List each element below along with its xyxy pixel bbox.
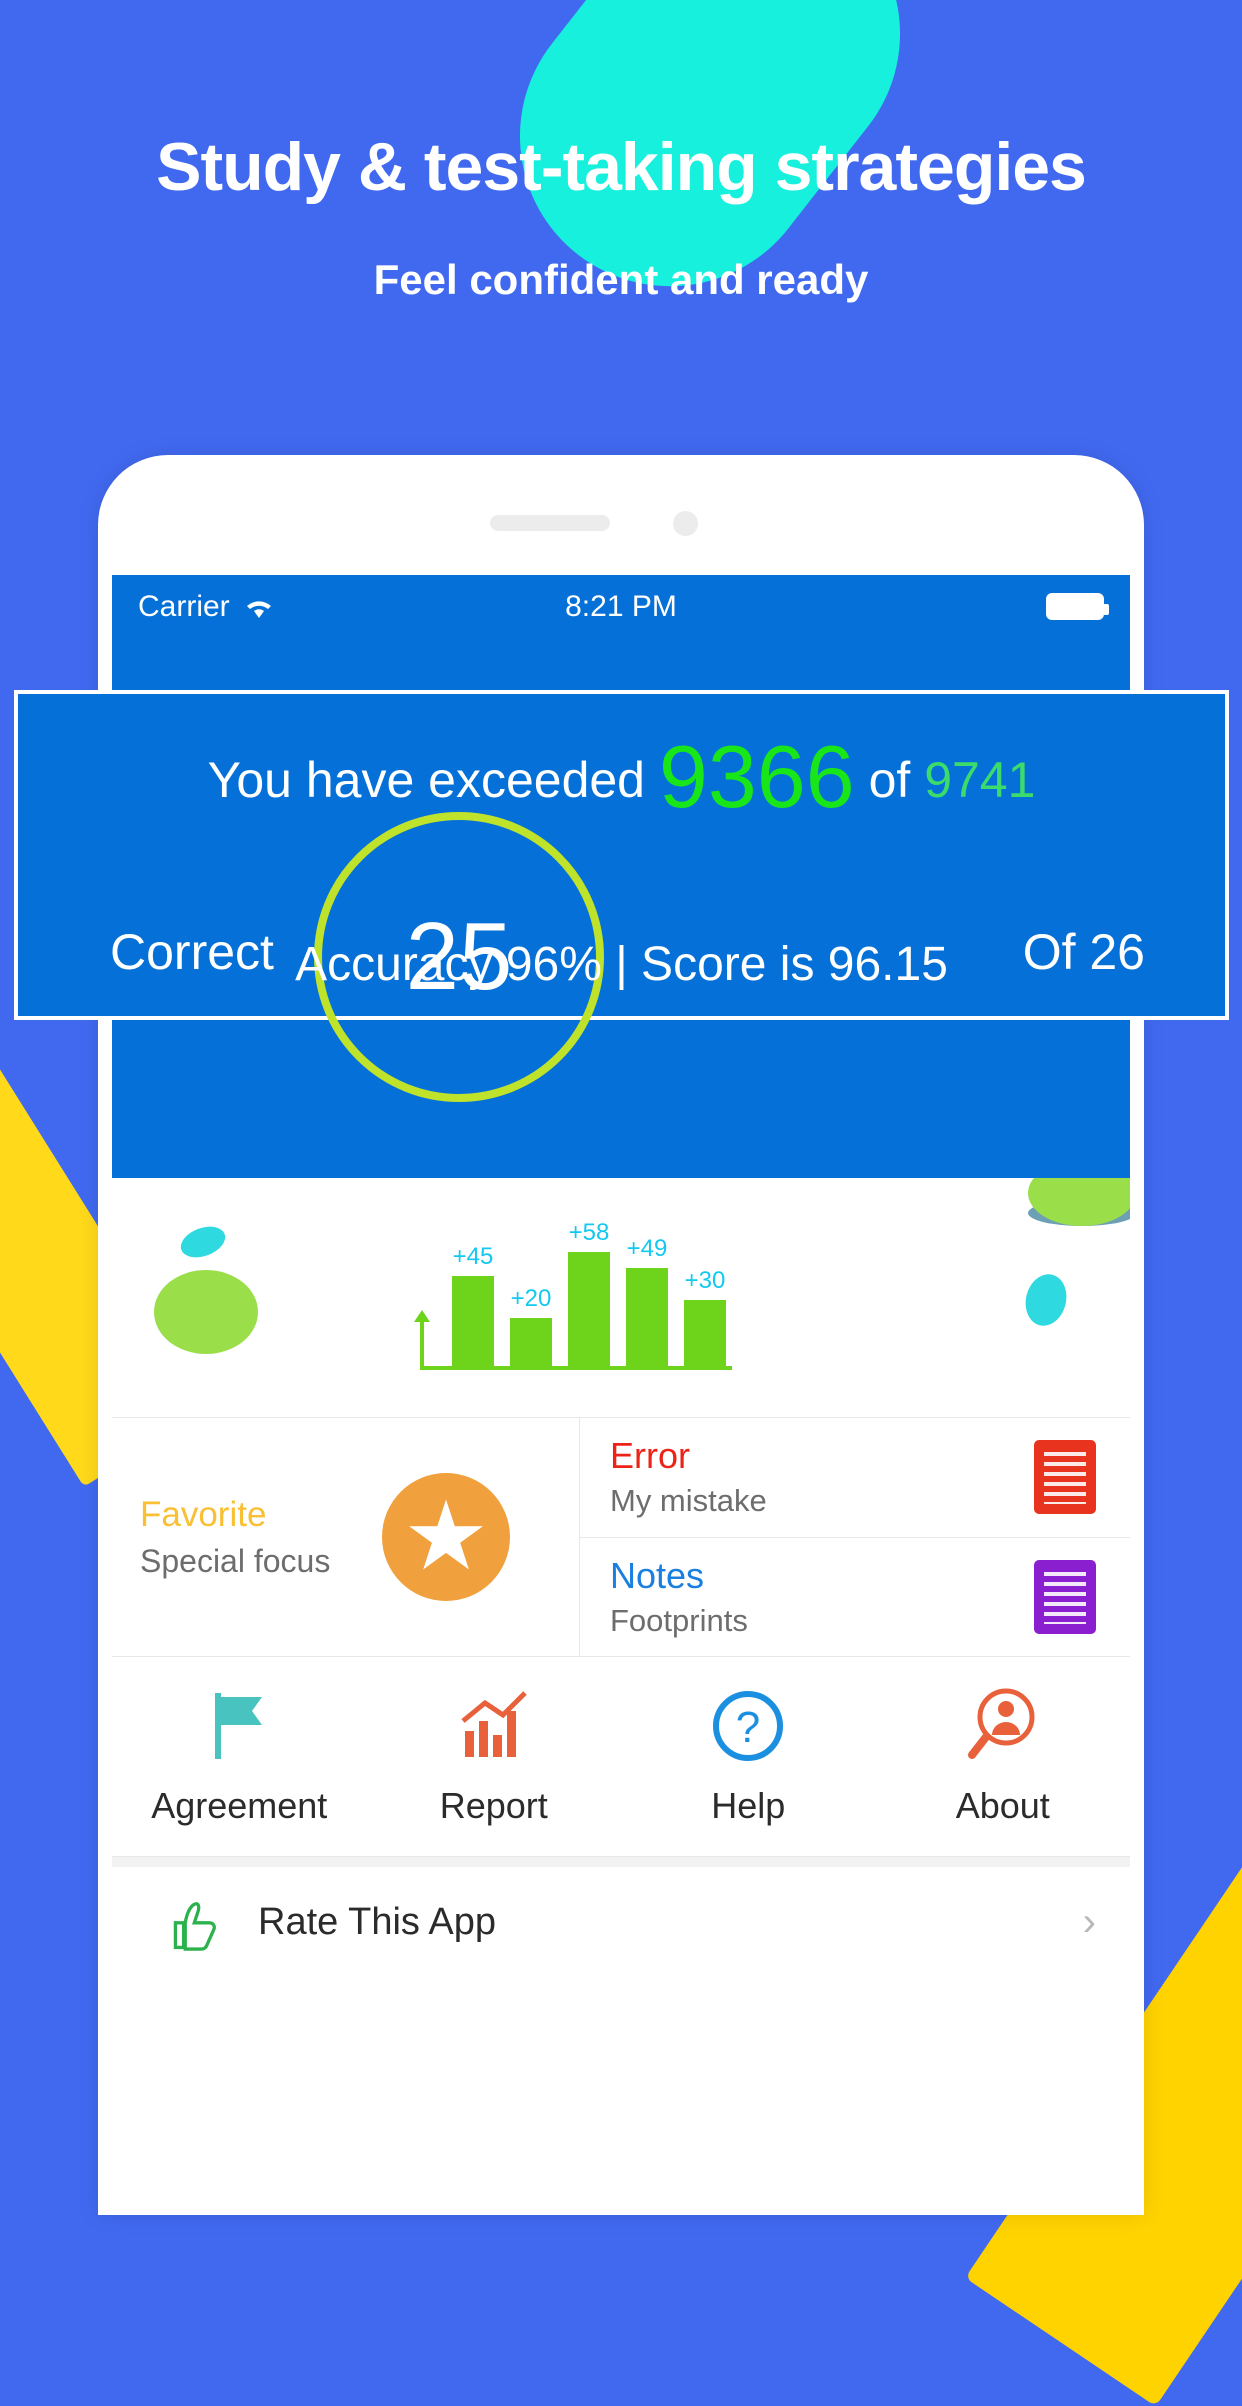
person-search-icon (964, 1687, 1042, 1765)
error-subtitle: My mistake (610, 1483, 767, 1519)
nav-item-about[interactable]: About (876, 1657, 1131, 1856)
document-icon (1034, 1440, 1096, 1515)
error-card-text: Error My mistake (610, 1435, 767, 1519)
nav-label-report: Report (439, 1784, 548, 1826)
decorative-blob-teal-small (176, 1220, 230, 1264)
chart-bar-label: +58 (568, 1219, 610, 1246)
score-middle-row: Correct 25 Of 26 (18, 812, 1225, 1102)
chart-bar: +58 (568, 1219, 610, 1368)
phone-camera-icon (673, 511, 698, 536)
of-word: of (868, 752, 911, 808)
favorite-card-text: Favorite Special focus (140, 1495, 330, 1580)
thumbs-up-icon (152, 1883, 230, 1961)
notes-card[interactable]: Notes Footprints (580, 1538, 1130, 1657)
bar-chart-icon (455, 1687, 533, 1765)
star-icon: ★ (382, 1473, 510, 1601)
error-title: Error (610, 1435, 690, 1477)
shortcut-right-column: Error My mistake Notes Footprints (580, 1418, 1130, 1656)
chart-bar: +20 (510, 1285, 552, 1368)
rate-this-app-row[interactable]: Rate This App › (112, 1867, 1130, 1977)
bottom-nav: Agreement Report ? Help About (112, 1657, 1130, 1857)
chevron-right-icon: › (1082, 1899, 1096, 1944)
nav-item-report[interactable]: Report (367, 1657, 622, 1856)
page-subtitle: Feel confident and ready (373, 256, 869, 303)
favorite-title: Favorite (140, 1494, 267, 1534)
star-glyph: ★ (402, 1483, 490, 1590)
battery-icon (1046, 593, 1109, 620)
decorative-blob-teal-dot (1020, 1269, 1072, 1331)
section-divider (112, 1857, 1130, 1867)
document-icon (1034, 1559, 1096, 1634)
decorative-blob-green-large (154, 1270, 258, 1354)
chart-bar: +45 (452, 1243, 494, 1368)
accuracy-summary: Accuracy 96% | Score is 96.15 (295, 938, 948, 991)
status-bar-time: 8:21 PM (565, 589, 677, 623)
nav-item-help[interactable]: ? Help (621, 1657, 876, 1856)
progress-chart-widget: +45 +20 +58 +49 +30 (112, 1178, 1130, 1418)
favorite-subtitle: Special focus (140, 1542, 331, 1579)
score-overlay-panel: You have exceeded 9366 of 9741 Correct 2… (14, 690, 1229, 1102)
question-circle-icon: ? (709, 1687, 787, 1765)
error-card[interactable]: Error My mistake (580, 1418, 1130, 1538)
nav-item-agreement[interactable]: Agreement (112, 1657, 367, 1856)
svg-text:?: ? (736, 1703, 760, 1752)
chart-bar: +30 (684, 1267, 726, 1368)
flag-icon (200, 1687, 278, 1765)
rate-this-app-label: Rate This App (258, 1900, 497, 1943)
exceeded-line: You have exceeded 9366 of 9741 (18, 694, 1225, 828)
status-bar: Carrier 8:21 PM (112, 575, 1130, 638)
total-users: 9741 (924, 752, 1036, 808)
exceeded-prefix: You have exceeded (207, 752, 645, 808)
chart-bar-label: +20 (510, 1285, 552, 1312)
favorite-card[interactable]: Favorite Special focus ★ (112, 1418, 580, 1656)
notes-card-text: Notes Footprints (610, 1555, 748, 1639)
nav-label-help: Help (711, 1784, 786, 1826)
phone-speaker-icon (490, 515, 610, 531)
chart-bar: +49 (626, 1235, 668, 1368)
page-title: Study & test-taking strategies (156, 129, 1087, 205)
bar-chart: +45 +20 +58 +49 +30 (412, 1204, 782, 1394)
nav-label-agreement: Agreement (151, 1784, 328, 1826)
notes-title: Notes (610, 1554, 705, 1596)
chart-bar-label: +49 (626, 1235, 668, 1262)
notes-subtitle: Footprints (610, 1602, 748, 1638)
status-bar-right (1046, 593, 1109, 620)
nav-label-about: About (955, 1784, 1050, 1826)
chart-bar-label: +30 (684, 1267, 726, 1294)
chart-bar-label: +45 (452, 1243, 494, 1270)
exceeded-count: 9366 (658, 727, 855, 826)
shortcut-grid: Favorite Special focus ★ Error My mistak… (112, 1418, 1130, 1657)
chart-y-axis (414, 1310, 430, 1370)
